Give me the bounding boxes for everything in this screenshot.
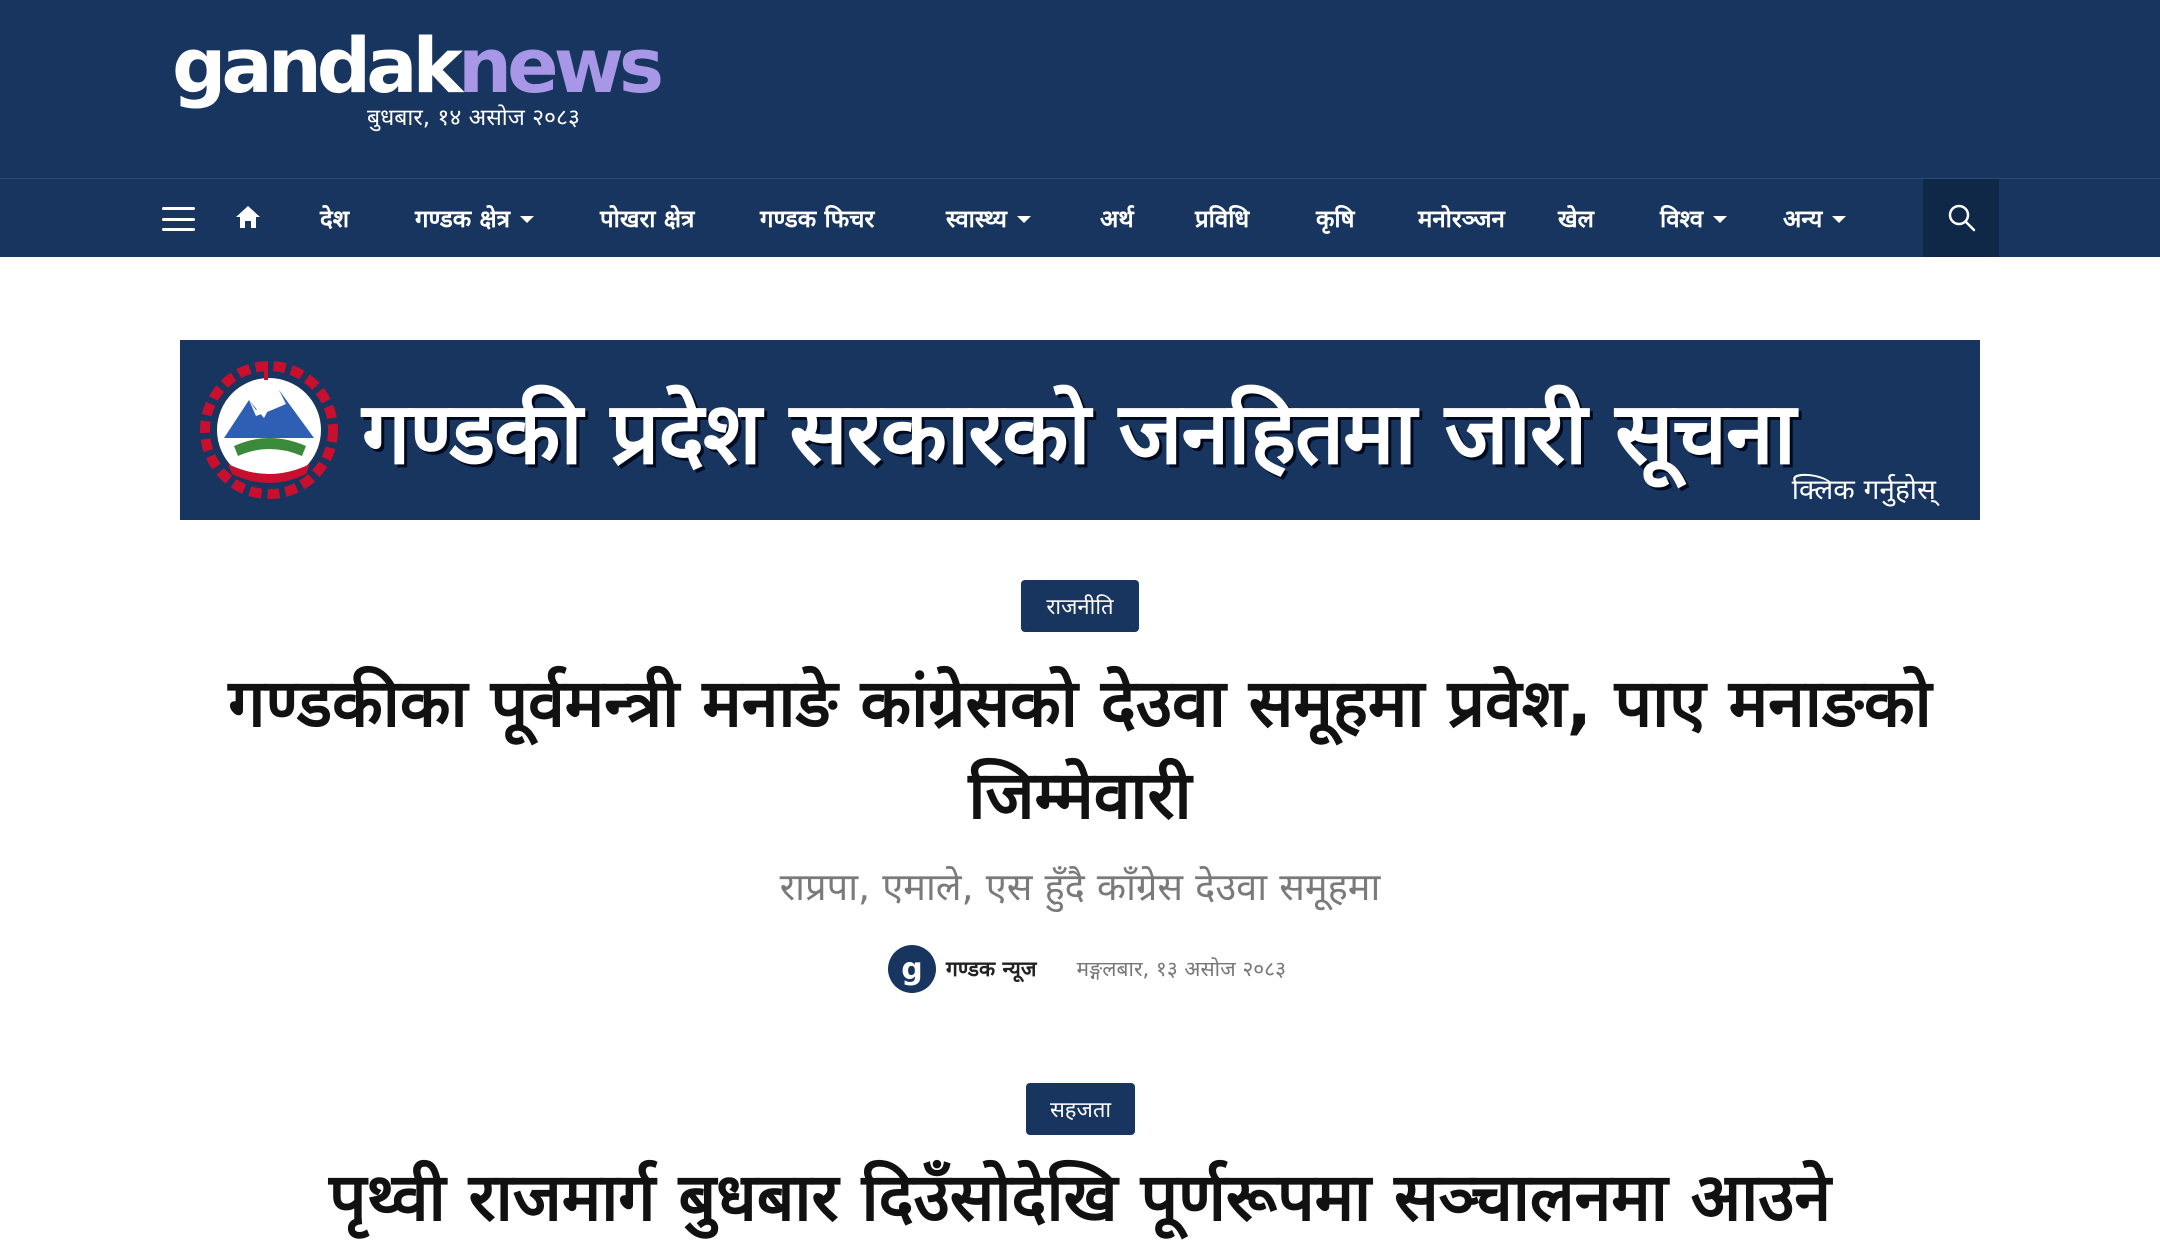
article-headline[interactable]: पृथ्वी राजमार्ग बुधबार दिउँसोदेखि पूर्णर… [180, 1152, 1980, 1244]
nav-item-label: स्वास्थ्य [946, 204, 1007, 233]
nav-item-label: प्रविधि [1195, 204, 1250, 233]
home-icon[interactable] [234, 203, 262, 231]
government-notice-banner[interactable]: गण्डकी प्रदेश सरकारको जनहितमा जारी सूचना… [180, 340, 1980, 520]
menu-icon[interactable] [162, 207, 195, 231]
chevron-down-icon [520, 215, 534, 223]
article-byline: g गण्डक न्यूज मङ्गलबार, १३ असोज २०८३ [888, 944, 1286, 994]
nav-item-label: अर्थ [1100, 204, 1134, 233]
banner-title: गण्डकी प्रदेश सरकारको जनहितमा जारी सूचना [362, 384, 1796, 484]
nav-item-economy[interactable]: अर्थ [1100, 179, 1134, 257]
nav-item-health[interactable]: स्वास्थ्य [946, 179, 1031, 257]
nav-item-agriculture[interactable]: कृषि [1316, 179, 1355, 257]
logo-gandak-text: gandak [172, 21, 463, 110]
category-badge[interactable]: राजनीति [1021, 580, 1139, 632]
logo-news-text: news [458, 21, 664, 110]
nav-item-pokhara-kshetra[interactable]: पोखरा क्षेत्र [600, 179, 694, 257]
svg-text:g: g [901, 952, 922, 987]
nav-item-label: पोखरा क्षेत्र [600, 204, 695, 233]
nav-item-other[interactable]: अन्य [1783, 179, 1847, 257]
nav-item-label: विश्व [1660, 204, 1704, 233]
nav-item-label: खेल [1558, 204, 1594, 233]
nav-item-label: मनोरञ्जन [1418, 204, 1505, 233]
nav-item-label: देश [320, 204, 350, 233]
chevron-down-icon [1713, 215, 1728, 223]
nav-item-gandak-kshetra[interactable]: गण्डक क्षेत्र [415, 179, 534, 257]
chevron-down-icon [1016, 215, 1031, 223]
nav-item-label: कृषि [1316, 204, 1355, 233]
search-button[interactable] [1923, 179, 1999, 257]
nav-item-label: अन्य [1783, 204, 1823, 233]
nav-item-label: गण्डक क्षेत्र [415, 204, 510, 233]
banner-click-here[interactable]: क्लिक गर्नुहोस् [1792, 470, 1936, 508]
chevron-down-icon [1832, 215, 1847, 223]
header-date: बुधबार, १४ असोज २०८३ [367, 105, 580, 131]
author-name[interactable]: गण्डक न्यूज [946, 955, 1036, 983]
nepal-emblem-icon [200, 361, 338, 499]
search-icon [1948, 204, 1976, 232]
nav-item-sports[interactable]: खेल [1558, 179, 1594, 257]
nav-item-label: गण्डक फिचर [760, 204, 875, 233]
nav-item-world[interactable]: विश्व [1660, 179, 1728, 257]
site-logo[interactable]: gandaknews बुधबार, १४ असोज २०८३ [172, 28, 664, 132]
article-headline[interactable]: गण्डकीका पूर्वमन्त्री मनाङे कांग्रेसको द… [180, 658, 1980, 842]
article-subheadline: राप्रपा, एमाले, एस हुँदै काँग्रेस देउवा … [779, 865, 1381, 909]
publish-date: मङ्गलबार, १३ असोज २०८३ [1076, 957, 1287, 981]
main-navigation: देश गण्डक क्षेत्र पोखरा क्षेत्र गण्डक फि… [0, 178, 2160, 257]
nav-item-gandak-feature[interactable]: गण्डक फिचर [760, 179, 874, 257]
category-badge[interactable]: सहजता [1026, 1083, 1135, 1135]
nav-item-technology[interactable]: प्रविधि [1195, 179, 1249, 257]
nav-item-entertainment[interactable]: मनोरञ्जन [1418, 179, 1505, 257]
site-header: gandaknews बुधबार, १४ असोज २०८३ [0, 0, 2160, 178]
nav-item-desh[interactable]: देश [320, 179, 349, 257]
author-avatar: g [888, 945, 936, 993]
